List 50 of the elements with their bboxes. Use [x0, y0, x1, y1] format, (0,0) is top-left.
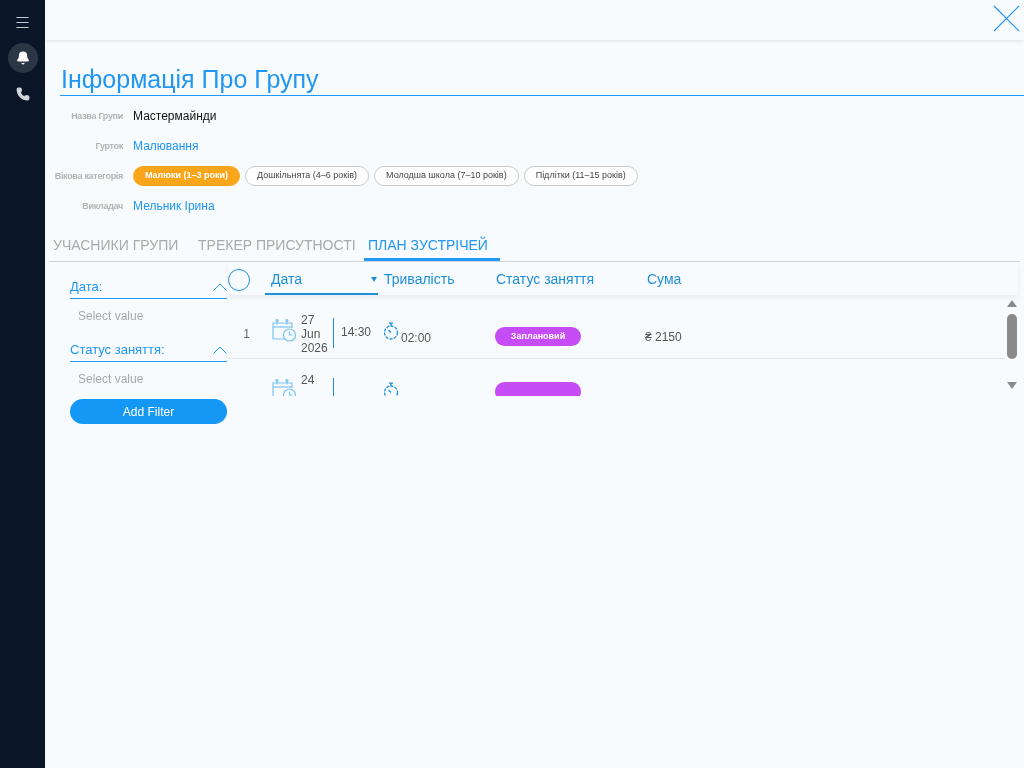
field-label: Гурток [94, 140, 123, 153]
field-link[interactable]: Мельник Ірина [133, 197, 215, 215]
column-header[interactable]: Сума [641, 265, 1018, 295]
filter-select[interactable]: Select value [70, 299, 227, 333]
stopwatch-icon [383, 322, 399, 340]
column-header[interactable]: Дата [265, 265, 378, 295]
start-time: 14:30 [341, 324, 372, 341]
date-day: 27 [301, 313, 330, 327]
age-chip[interactable]: Дошкільнята (4–6 років) [245, 166, 370, 186]
tab[interactable]: ТРЕКЕР ПРИСУТНОСТІ [194, 233, 364, 261]
stopwatch-icon [383, 382, 399, 396]
age-chip[interactable]: Молодша школа (7–10 років) [374, 166, 519, 186]
scroll-up-arrow-icon[interactable] [1006, 300, 1017, 307]
add-filter-button[interactable]: Add Filter [70, 399, 227, 424]
table-row[interactable]: 1 27 Jun 2026 14:30 02:00 Заплановий ₴ 2150 [228, 299, 1005, 359]
column-header[interactable]: Статус заняття [490, 265, 641, 295]
tab[interactable]: УЧАСНИКИ ГРУПИ [49, 233, 194, 261]
chevron-up-icon [213, 345, 227, 354]
age-chip[interactable]: Підлітки (11–15 років) [523, 166, 638, 186]
filter-select[interactable]: Select value [70, 362, 227, 396]
scroll-down-arrow-icon[interactable] [1006, 382, 1017, 389]
field-label: Назва Групи [70, 110, 123, 123]
close-button[interactable] [993, 5, 1020, 32]
age-chip[interactable]: Малюки (1–3 роки) [133, 166, 241, 186]
page-title: Інформація Про Групу [60, 64, 319, 94]
field-label: Вікова категорія [53, 170, 123, 183]
row-number: 1 [243, 326, 250, 343]
status-badge: Заплановий [495, 327, 581, 347]
table-row[interactable]: 24 [228, 359, 1005, 396]
bell-button[interactable] [7, 43, 38, 73]
date-month: Jun [301, 327, 322, 341]
bell-icon [15, 51, 30, 65]
sort-down-icon [371, 276, 377, 282]
calendar-clock-icon [271, 377, 297, 396]
tab[interactable]: ПЛАН ЗУСТРІЧЕЙ [364, 233, 500, 261]
sum-amount: ₴ 2150 [645, 330, 682, 344]
scrollbar-thumb[interactable] [1006, 314, 1017, 359]
date-year: 2026 [301, 341, 329, 355]
field-label: Викладач [81, 200, 123, 213]
chevron-up-icon [213, 282, 227, 291]
filter-header[interactable]: Статус заняття: [70, 338, 227, 362]
field-value: Мастермайнди [133, 108, 217, 125]
close-icon [993, 5, 1020, 32]
duration: 02:00 [401, 330, 432, 347]
column-header[interactable]: Тривалість [378, 265, 490, 295]
calendar-clock-icon [271, 317, 297, 343]
filter-header[interactable]: Дата: [70, 275, 227, 299]
field-link[interactable]: Малювання [133, 137, 199, 155]
phone-icon [15, 87, 30, 101]
date-day: 24 [301, 373, 330, 387]
